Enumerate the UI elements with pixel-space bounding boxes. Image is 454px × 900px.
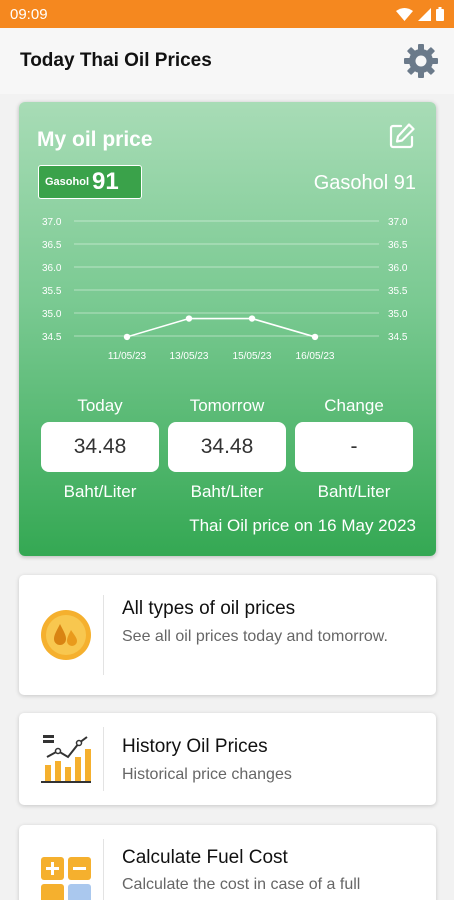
fuel-name[interactable]: Gasohol 91 [314,172,416,195]
tomorrow-unit: Baht/Liter [190,482,264,501]
app-bar: Today Thai Oil Prices [0,28,454,94]
y-tick-label-right: 34.5 [388,332,408,343]
today-label: Today [77,396,123,415]
menu-divider [103,727,104,791]
menu-title: All types of oil prices [122,598,296,619]
menu-title: History Oil Prices [122,736,268,757]
today-unit: Baht/Liter [63,482,137,501]
status-bar: 09:09 [0,0,454,28]
y-tick-label-right: 35.5 [388,286,408,297]
history-chart-icon [41,735,91,783]
y-tick-label-right: 36.0 [388,263,408,274]
chart-point [311,333,319,341]
status-time: 09:09 [10,5,48,23]
menu-description: See all oil prices today and tomorrow. [122,628,388,645]
tomorrow-label: Tomorrow [189,396,265,415]
menu-history-oil-prices[interactable]: History Oil Prices Historical price chan… [19,713,436,805]
y-tick-label-left: 36.0 [42,263,62,274]
price-chart: 37.0 37.0 36.5 36.5 36.0 36.0 35.5 35.5 35.0 35.0… [42,217,408,362]
y-tick-label-right: 37.0 [388,217,408,228]
chart-point [123,333,131,341]
my-oil-price-card: My oil price Gasohol 91 Gasohol 91 37.0 3… [19,102,436,556]
change-label: Change [324,396,384,415]
chart-series-line [126,317,316,338]
y-tick-label-right: 35.0 [388,309,408,320]
tomorrow-value: 34.48 [168,422,286,472]
signal-icon [418,7,431,21]
price-date: Thai Oil price on 16 May 2023 [189,516,416,535]
edit-icon[interactable] [388,122,416,150]
menu-description: Historical price changes [122,766,292,783]
menu-all-oil-prices[interactable]: All types of oil prices See all oil pric… [19,575,436,695]
y-tick-label-right: 36.5 [388,240,408,251]
card-heading: My oil price [37,128,153,151]
today-value: 34.48 [41,422,159,472]
chart-point [248,315,256,322]
y-tick-label-left: 36.5 [42,240,62,251]
tomorrow-column: Tomorrow 34.48 Baht/Liter [168,396,286,502]
today-column: Today 34.48 Baht/Liter [41,396,159,502]
change-unit: Baht/Liter [317,482,391,501]
gear-icon [404,44,438,78]
price-columns: Today 34.48 Baht/Liter Tomorrow 34.48 Ba… [41,396,413,502]
logo-small-text: Gasohol [45,175,90,188]
settings-button[interactable] [402,42,440,80]
menu-divider [103,839,104,900]
menu-divider [103,595,104,675]
gasohol-logo: Gasohol 91 [38,165,142,199]
menu-description: Calculate the cost in case of a full [122,876,361,893]
menu-title: Calculate Fuel Cost [122,847,288,868]
y-tick-label-left: 34.5 [42,332,62,343]
y-tick-label-left: 37.0 [42,217,62,228]
page-title: Today Thai Oil Prices [20,50,212,71]
calculator-icon [41,857,91,900]
wifi-icon [396,7,413,21]
battery-icon [436,7,444,21]
x-tick-label: 11/05/23 [108,351,147,362]
logo-number: 91 [92,168,119,195]
menu-calculate-fuel-cost[interactable]: Calculate Fuel Cost Calculate the cost i… [19,825,436,900]
chart-point [185,315,193,322]
change-value: - [295,422,413,472]
y-tick-label-left: 35.5 [42,286,62,297]
x-tick-label: 15/05/23 [233,351,272,362]
y-tick-label-left: 35.0 [42,309,62,320]
x-tick-label: 13/05/23 [170,351,209,362]
oil-drops-icon [41,610,91,660]
status-icons [396,7,444,21]
change-column: Change - Baht/Liter [295,396,413,502]
x-tick-label: 16/05/23 [296,351,335,362]
